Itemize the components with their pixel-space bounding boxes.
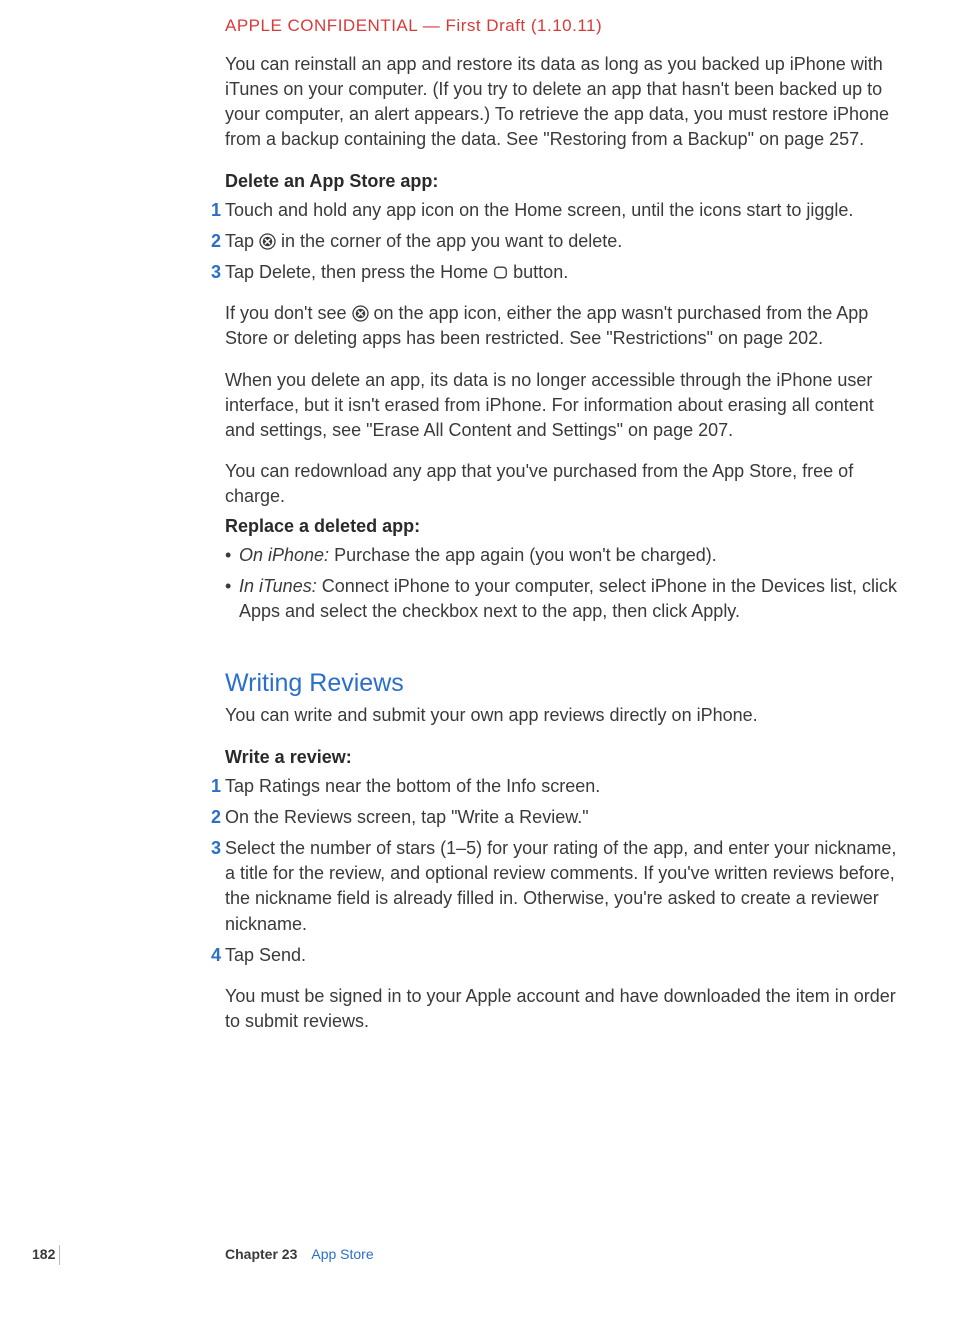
- text-before: If you don't see: [225, 303, 352, 323]
- chapter-label: Chapter 23: [225, 1245, 297, 1265]
- write-step-1: 1 Tap Ratings near the bottom of the Inf…: [205, 774, 898, 799]
- redownload-paragraph: You can redownload any app that you've p…: [225, 459, 898, 509]
- step-text: Tap in the corner of the app you want to…: [225, 229, 898, 254]
- step-text: Tap Send.: [225, 943, 898, 968]
- page-content: APPLE CONFIDENTIAL — First Draft (1.10.1…: [0, 0, 968, 1034]
- delete-step-1: 1 Touch and hold any app icon on the Hom…: [205, 198, 898, 223]
- step-number: 2: [205, 229, 221, 254]
- step-text: Select the number of stars (1–5) for you…: [225, 836, 898, 937]
- step-number: 3: [205, 836, 221, 861]
- reviews-intro-paragraph: You can write and submit your own app re…: [225, 703, 898, 728]
- intro-paragraph: You can reinstall an app and restore its…: [225, 52, 898, 153]
- text-after: button.: [508, 262, 568, 282]
- confidential-header: APPLE CONFIDENTIAL — First Draft (1.10.1…: [225, 14, 898, 38]
- page-number: 182: [0, 1245, 60, 1265]
- step-text: Touch and hold any app icon on the Home …: [225, 198, 898, 223]
- bullet-text: Purchase the app again (you won't be cha…: [329, 545, 717, 565]
- text-after: in the corner of the app you want to del…: [276, 231, 622, 251]
- no-x-paragraph: If you don't see on the app icon, either…: [225, 301, 898, 351]
- step-number: 1: [205, 198, 221, 223]
- delete-data-paragraph: When you delete an app, its data is no l…: [225, 368, 898, 444]
- write-step-4: 4 Tap Send.: [205, 943, 898, 968]
- step-text: Tap Delete, then press the Home button.: [225, 260, 898, 285]
- home-button-icon: [493, 265, 508, 280]
- write-review-heading: Write a review:: [225, 745, 898, 770]
- step-text: On the Reviews screen, tap "Write a Revi…: [225, 805, 898, 830]
- replace-heading: Replace a deleted app:: [225, 514, 898, 539]
- step-text: Tap Ratings near the bottom of the Info …: [225, 774, 898, 799]
- step-number: 3: [205, 260, 221, 285]
- writing-reviews-heading: Writing Reviews: [225, 666, 898, 701]
- delete-step-3: 3 Tap Delete, then press the Home button…: [205, 260, 898, 285]
- step-number: 1: [205, 774, 221, 799]
- write-step-2: 2 On the Reviews screen, tap "Write a Re…: [205, 805, 898, 830]
- delete-x-icon: [259, 233, 276, 250]
- delete-step-2: 2 Tap in the corner of the app you want …: [205, 229, 898, 254]
- delete-heading: Delete an App Store app:: [225, 169, 898, 194]
- delete-x-icon: [352, 305, 369, 322]
- write-step-3: 3 Select the number of stars (1–5) for y…: [205, 836, 898, 937]
- bullet-text: Connect iPhone to your computer, select …: [239, 576, 897, 621]
- replace-bullet-2: In iTunes: Connect iPhone to your comput…: [239, 574, 898, 624]
- text-before: Tap: [225, 231, 259, 251]
- replace-bullet-1: On iPhone: Purchase the app again (you w…: [239, 543, 898, 568]
- bullet-lead: In iTunes:: [239, 576, 317, 596]
- step-number: 4: [205, 943, 221, 968]
- text-before: Tap Delete, then press the Home: [225, 262, 493, 282]
- page-footer: 182 Chapter 23 App Store: [0, 1245, 968, 1265]
- step-number: 2: [205, 805, 221, 830]
- signin-paragraph: You must be signed in to your Apple acco…: [225, 984, 898, 1034]
- bullet-lead: On iPhone:: [239, 545, 329, 565]
- chapter-name: App Store: [311, 1245, 373, 1265]
